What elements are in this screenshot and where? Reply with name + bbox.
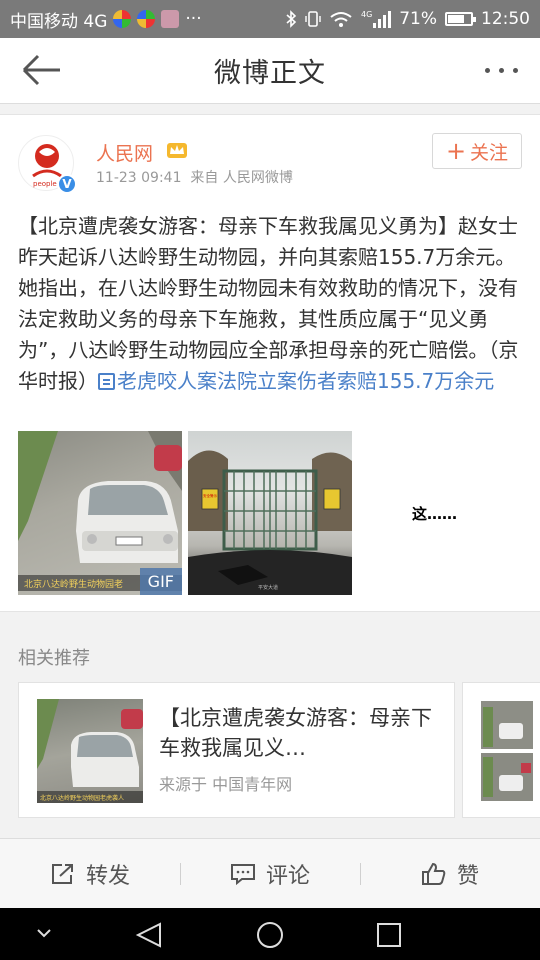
more-options-icon[interactable] [485,68,518,73]
article-link-text: 老虎咬人案法院立案伤者索赔155.7万余元 [117,369,495,393]
repost-button[interactable]: 转发 [0,839,180,908]
app-notification-icon [113,10,132,28]
gif-badge: GIF [139,568,182,595]
weibo-post: people V 人民网 11-23 09:41 来自 人民网微博 + 关注 【… [0,114,540,612]
nav-bar: 微博正文 [0,38,540,104]
related-card-partial[interactable] [462,682,540,818]
related-card[interactable]: 北京八达岭野生动物园老虎袭人 【北京遭虎袭女游客：母亲下车救我属见义… 来源于 … [18,682,455,818]
action-bar: 转发 评论 赞 [0,838,540,908]
related-card-title: 【北京遭虎袭女游客：母亲下车救我属见义… [159,706,432,760]
article-link[interactable]: 老虎咬人案法院立案伤者索赔155.7万余元 [98,369,494,393]
related-section-title: 相关推荐 [18,648,90,669]
signal-icon: 4G [361,10,392,28]
post-image-3[interactable]: 这…… [358,431,522,595]
like-button[interactable]: 赞 [360,839,540,908]
page-title: 微博正文 [214,58,326,89]
thumbnail-caption: 北京八达岭野生动物园老虎袭人 [40,794,124,802]
battery-icon [445,12,476,26]
plus-icon: + [445,137,467,165]
like-label: 赞 [456,863,479,889]
related-card-thumbnail [481,701,533,801]
bluetooth-icon [286,10,297,28]
article-icon [98,373,115,390]
comment-button[interactable]: 评论 [180,839,360,908]
gate-photo: 安全警示 平安大道 [188,450,352,595]
image-caption: 北京八达岭野生动物园老 [24,578,123,590]
home-icon[interactable] [257,922,283,948]
clock: 12:50 [481,9,530,29]
post-text: 【北京遭虎袭女游客：母亲下车救我属见义勇为】赵女士昨天起诉八达岭野生动物园，并向… [18,211,522,397]
collapse-icon[interactable] [37,929,51,938]
follow-button[interactable]: + 关注 [432,133,522,169]
post-image-1[interactable]: 北京八达岭野生动物园老 GIF [18,431,182,595]
recents-icon[interactable] [377,923,401,947]
follow-label: 关注 [470,141,509,164]
svg-text:people: people [33,180,57,188]
status-bar: 中国移动 4G ··· 4G 71% 12:50 [0,0,540,38]
wifi-icon [330,12,352,27]
back-icon[interactable] [135,922,161,948]
related-card-source: 来源于 中国青年网 [159,775,293,794]
comment-label: 评论 [265,863,310,889]
post-source: 来自 人民网微博 [190,170,293,186]
related-card-thumbnail: 北京八达岭野生动物园老虎袭人 [37,699,143,803]
battery-percent: 71% [399,9,437,29]
verified-badge-icon: V [57,174,77,194]
photo-watermark: 平安大道 [258,584,278,591]
svg-text:4G: 4G [361,10,372,19]
post-meta: 11-23 09:41 来自 人民网微博 [96,167,293,187]
thumbs-up-icon [421,862,446,885]
system-nav-bar [0,908,540,960]
carrier-label: 中国移动 4G [10,11,108,32]
vibrate-icon [305,11,321,27]
author-avatar[interactable]: people V [18,135,77,194]
comment-icon [230,863,255,885]
post-time: 11-23 09:41 [96,170,182,186]
post-image-2[interactable]: 安全警示 平安大道 [188,431,352,595]
post-body: 【北京遭虎袭女游客：母亲下车救我属见义勇为】赵女士昨天起诉八达岭野生动物园，并向… [18,214,519,393]
vip-crown-icon [167,143,187,158]
author-name[interactable]: 人民网 [96,139,153,166]
gate-sign-text: 安全警示 [203,493,217,498]
image-text: 这…… [412,505,458,523]
app-notification-icon [161,10,180,28]
back-arrow-icon[interactable] [20,52,62,88]
repost-icon [51,863,73,884]
more-notifications-icon: ··· [185,9,202,29]
repost-label: 转发 [85,863,130,889]
car-photo: 北京八达岭野生动物园老虎袭人 [37,699,143,803]
app-notification-icon [137,10,156,28]
